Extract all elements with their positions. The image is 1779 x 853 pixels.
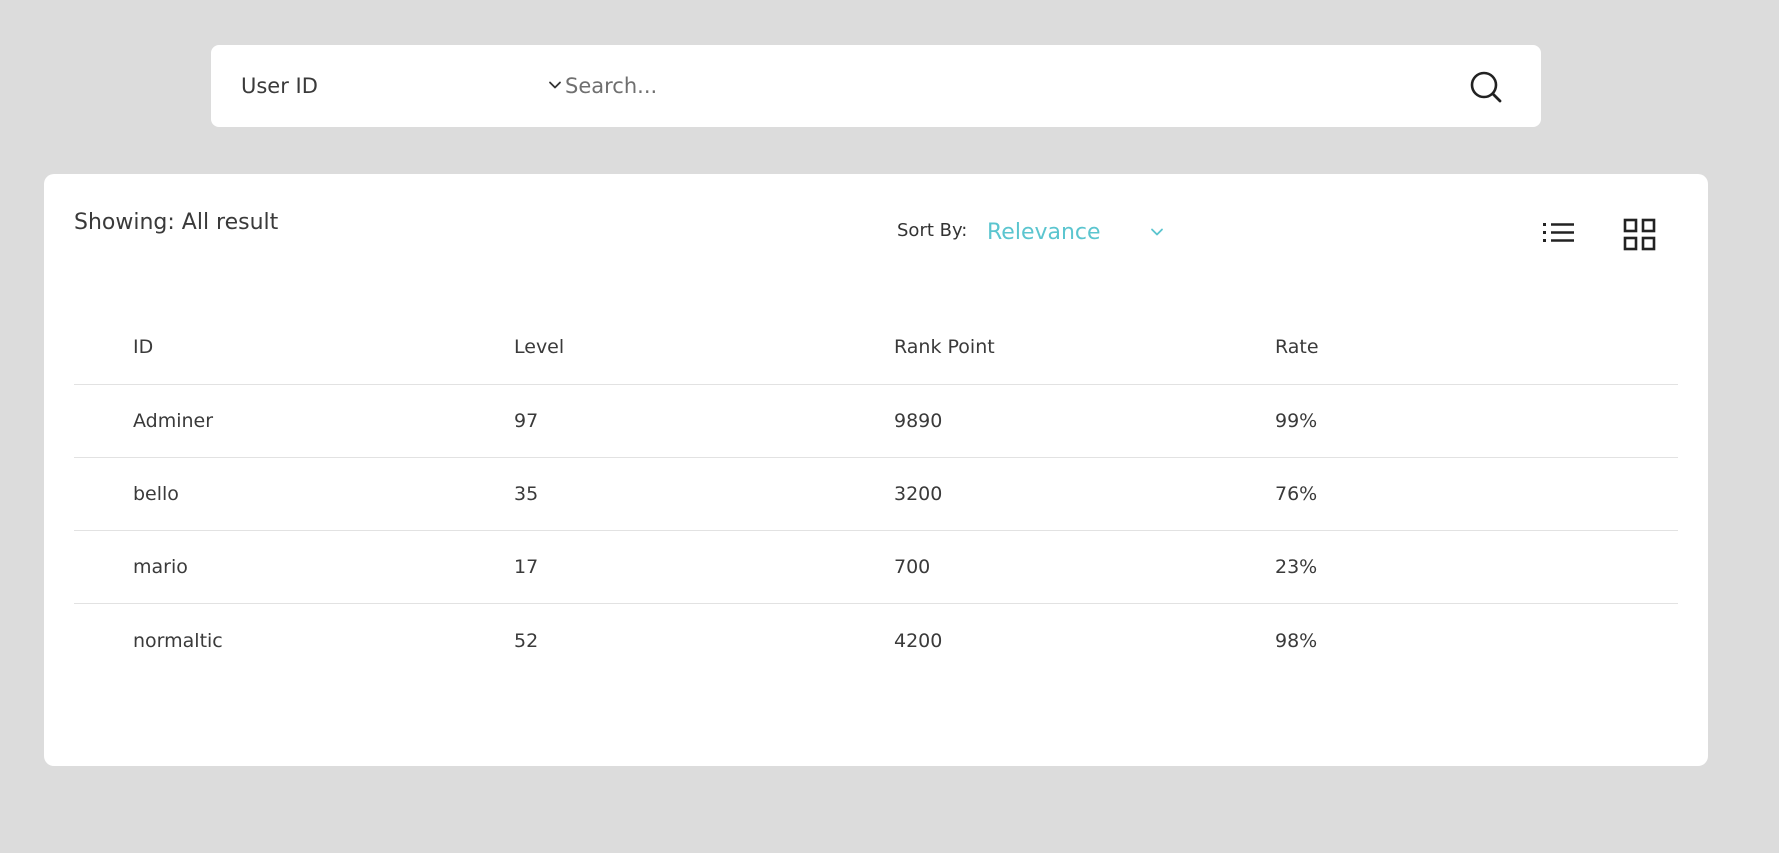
showing-label: Showing: All result xyxy=(74,210,279,235)
sort-label: Sort By: xyxy=(897,220,968,241)
column-header-rate[interactable]: Rate xyxy=(1275,324,1319,384)
list-view-icon xyxy=(1543,223,1574,242)
cell-level: 52 xyxy=(514,629,539,652)
search-button[interactable] xyxy=(1466,67,1506,107)
cell-level: 17 xyxy=(514,556,539,578)
cell-rate: 23% xyxy=(1275,556,1318,578)
sort-select[interactable]: Relevance xyxy=(987,216,1177,248)
column-header-level[interactable]: Level xyxy=(514,324,564,384)
cell-id: mario xyxy=(133,556,188,578)
table-header-row: ID Level Rank Point Rate xyxy=(74,324,1678,385)
sort-value: Relevance xyxy=(987,219,1101,245)
column-header-id[interactable]: ID xyxy=(133,324,153,384)
results-table: ID Level Rank Point Rate Adminer 97 9890… xyxy=(74,324,1678,677)
chevron-down-icon xyxy=(549,81,561,89)
cell-id: normaltic xyxy=(133,629,223,652)
cell-id: Adminer xyxy=(133,410,214,432)
search-icon xyxy=(1470,71,1502,103)
cell-rank-point: 4200 xyxy=(894,629,943,652)
grid-view-button[interactable] xyxy=(1623,218,1657,252)
cell-id: bello xyxy=(133,483,179,505)
table-row[interactable]: mario 17 700 23% xyxy=(74,531,1678,604)
grid-view-icon xyxy=(1623,218,1656,251)
search-input[interactable] xyxy=(565,66,1445,106)
cell-rate: 99% xyxy=(1275,410,1318,432)
cell-rate: 98% xyxy=(1275,629,1318,652)
cell-rate: 76% xyxy=(1275,483,1318,505)
table-row[interactable]: bello 35 3200 76% xyxy=(74,458,1678,531)
cell-rank-point: 700 xyxy=(894,556,931,578)
column-header-rank-point[interactable]: Rank Point xyxy=(894,324,995,384)
table-row[interactable]: normaltic 52 4200 98% xyxy=(74,604,1678,677)
sort-control: Sort By: Relevance xyxy=(897,220,1163,245)
chevron-down-icon xyxy=(1151,228,1163,236)
list-view-button[interactable] xyxy=(1541,218,1577,250)
cell-level: 97 xyxy=(514,410,539,432)
search-bar: User ID xyxy=(211,45,1541,127)
cell-level: 35 xyxy=(514,483,539,505)
cell-rank-point: 9890 xyxy=(894,410,943,432)
table-row[interactable]: Adminer 97 9890 99% xyxy=(74,385,1678,458)
cell-rank-point: 3200 xyxy=(894,483,943,505)
results-panel: Showing: All result Sort By: Relevance I… xyxy=(44,174,1708,766)
search-filter-value: User ID xyxy=(241,74,318,98)
